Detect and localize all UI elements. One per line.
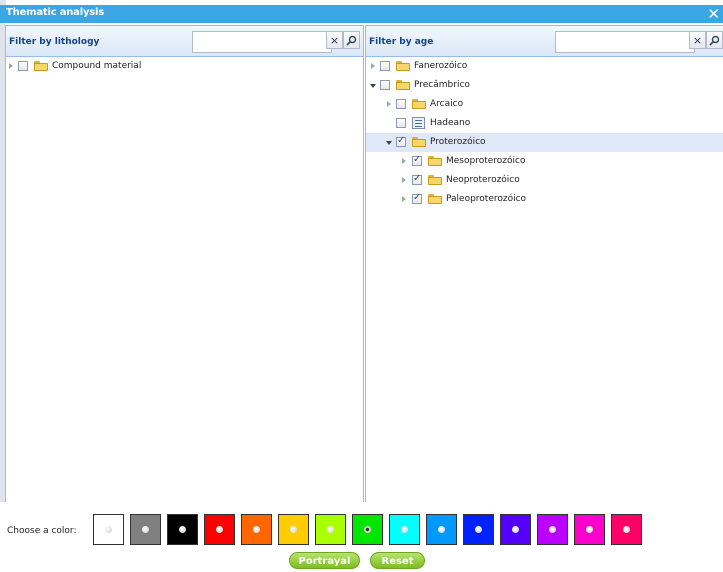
lithology-panel-header: Filter by lithology × [6,26,363,57]
folder-icon [412,99,426,109]
expand-arrow-icon[interactable] [402,177,406,183]
lithology-tree: Compound material [6,57,363,502]
tree-node-label: Mesoproterozóico [446,156,526,166]
tree-node-mesoproterozoico[interactable]: Mesoproterozóico [366,152,723,171]
tree-node-label: Hadeano [430,118,471,128]
tree-node-arcaico[interactable]: Arcaico [366,95,723,114]
thematic-analysis-window: Thematic analysis ✕ Filter by lithology … [0,0,723,572]
color-swatch[interactable] [389,514,420,545]
collapse-arrow-icon[interactable] [370,84,376,88]
color-swatch[interactable] [352,514,383,545]
age-tree: Fanerozóico Precâmbrico Arcaico Hadeano [366,57,723,502]
portrayal-button[interactable]: Portrayal [289,552,360,569]
tree-node-label: Proterozóico [430,137,486,147]
folder-icon [34,61,48,71]
checkbox-checked[interactable] [412,192,422,204]
title-bar: Thematic analysis ✕ [0,5,723,23]
color-swatch[interactable] [315,514,346,545]
color-swatch[interactable] [500,514,531,545]
radio-dot-icon [623,526,630,533]
open-folder-icon [412,137,426,147]
folder-icon [428,194,442,204]
color-swatch[interactable] [241,514,272,545]
checkbox[interactable] [18,61,28,71]
age-search-input[interactable] [555,31,695,53]
folder-icon [396,61,410,71]
checkbox-checked[interactable] [412,173,422,185]
age-panel-title: Filter by age [369,37,434,47]
radio-dot-icon [586,526,593,533]
lithology-panel: Filter by lithology × Compound material [5,25,364,503]
radio-dot-icon [438,526,445,533]
leaf-layer-icon [412,117,425,129]
tree-node-compound-material[interactable]: Compound material [6,57,363,76]
folder-icon [428,175,442,185]
window-title: Thematic analysis [6,7,105,18]
choose-color-label: Choose a color: [7,526,77,536]
age-search-icon[interactable] [706,31,723,49]
close-icon[interactable]: ✕ [707,5,720,23]
checkbox-checked[interactable] [412,154,422,166]
lithology-clear-icon[interactable]: × [326,31,343,49]
tree-node-label: Fanerozóico [414,61,468,71]
expand-arrow-icon[interactable] [9,63,13,69]
expand-arrow-icon[interactable] [371,63,375,69]
radio-dot-icon [401,526,408,533]
age-panel: Filter by age × Fanerozóico Precâmbrico [365,25,723,503]
radio-dot-icon [364,526,371,533]
tree-node-fanerozoico[interactable]: Fanerozóico [366,57,723,76]
radio-dot-icon [475,526,482,533]
color-swatch[interactable] [426,514,457,545]
checkbox-checked[interactable] [396,135,406,147]
age-panel-header: Filter by age × [366,26,723,57]
folder-icon [428,156,442,166]
lithology-search-icon[interactable] [343,31,360,49]
tree-node-hadeano[interactable]: Hadeano [366,114,723,133]
tree-node-label: Neoproterozóico [446,175,520,185]
radio-dot-icon [142,526,149,533]
tree-node-precambrico[interactable]: Precâmbrico [366,76,723,95]
color-swatch[interactable] [93,514,124,545]
tree-node-label: Compound material [52,61,142,71]
color-swatch[interactable] [278,514,309,545]
radio-dot-icon [290,526,297,533]
radio-dot-icon [549,526,556,533]
color-chooser-area: Choose a color: Portrayal Reset [0,502,723,572]
radio-dot-icon [512,526,519,533]
radio-dot-icon [216,526,223,533]
color-swatch[interactable] [537,514,568,545]
radio-dot-icon [105,526,112,533]
color-swatch[interactable] [463,514,494,545]
expand-arrow-icon[interactable] [387,101,391,107]
open-folder-icon [396,80,410,90]
collapse-arrow-icon[interactable] [386,141,392,145]
radio-dot-icon [253,526,260,533]
lithology-search-input[interactable] [192,31,332,53]
color-swatch[interactable] [574,514,605,545]
checkbox[interactable] [380,80,390,90]
expand-arrow-icon[interactable] [402,196,406,202]
color-swatch[interactable] [204,514,235,545]
lithology-panel-title: Filter by lithology [9,37,100,47]
tree-node-paleoproterozoico[interactable]: Paleoproterozóico [366,190,723,209]
tree-node-label: Arcaico [430,99,464,109]
color-swatch[interactable] [611,514,642,545]
checkbox[interactable] [380,61,390,71]
radio-dot-icon [327,526,334,533]
age-clear-icon[interactable]: × [689,31,706,49]
tree-node-label: Paleoproterozóico [446,194,527,204]
reset-button[interactable]: Reset [370,552,425,569]
tree-node-proterozoico[interactable]: Proterozóico [366,133,723,152]
color-swatch[interactable] [167,514,198,545]
tree-node-neoproterozoico[interactable]: Neoproterozóico [366,171,723,190]
color-swatch[interactable] [130,514,161,545]
expand-arrow-icon[interactable] [402,158,406,164]
checkbox[interactable] [396,118,406,128]
tree-node-label: Precâmbrico [414,80,470,90]
radio-dot-icon [179,526,186,533]
checkbox[interactable] [396,99,406,109]
